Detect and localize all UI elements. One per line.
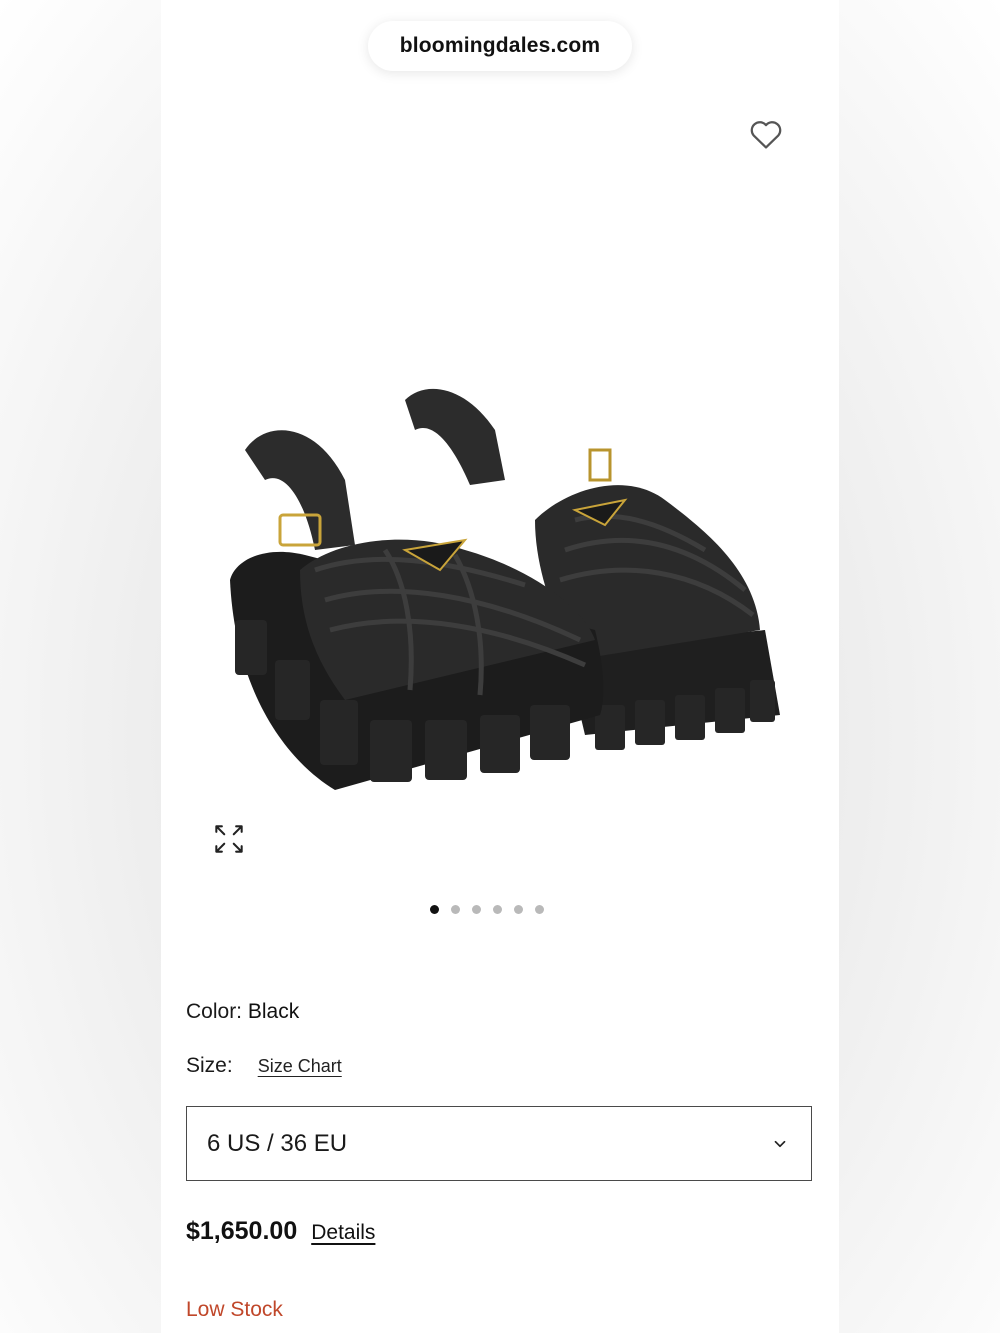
expand-icon [215, 825, 243, 853]
carousel-dots [430, 905, 544, 914]
carousel-dot-5[interactable] [514, 905, 523, 914]
carousel-dot-2[interactable] [451, 905, 460, 914]
product-image[interactable] [205, 370, 795, 840]
sandal-left [230, 430, 604, 790]
stock-status: Low Stock [186, 1298, 283, 1321]
details-link[interactable]: Details [311, 1221, 375, 1245]
carousel-dot-4[interactable] [493, 905, 502, 914]
size-info: Size: Size Chart [186, 1054, 342, 1078]
size-chart-link[interactable]: Size Chart [258, 1056, 342, 1077]
color-value: Black [247, 1000, 300, 1023]
size-dropdown[interactable]: 6 US / 36 EU [186, 1106, 812, 1181]
carousel-dot-6[interactable] [535, 905, 544, 914]
size-label: Size: [186, 1054, 233, 1077]
address-bar[interactable]: bloomingdales.com [368, 21, 632, 71]
chevron-down-icon [774, 1140, 786, 1147]
carousel-dot-1[interactable] [430, 905, 439, 914]
selected-size: 6 US / 36 EU [207, 1129, 348, 1157]
heart-icon [750, 121, 782, 149]
color-label: Color: [186, 1000, 243, 1023]
favorite-button[interactable] [747, 115, 785, 153]
carousel-dot-3[interactable] [472, 905, 481, 914]
price-row: $1,650.00 Details [186, 1217, 375, 1246]
expand-image-button[interactable] [210, 820, 248, 858]
color-info: Color: Black [186, 1000, 299, 1024]
url-text: bloomingdales.com [399, 34, 601, 57]
product-price: $1,650.00 [186, 1217, 298, 1245]
